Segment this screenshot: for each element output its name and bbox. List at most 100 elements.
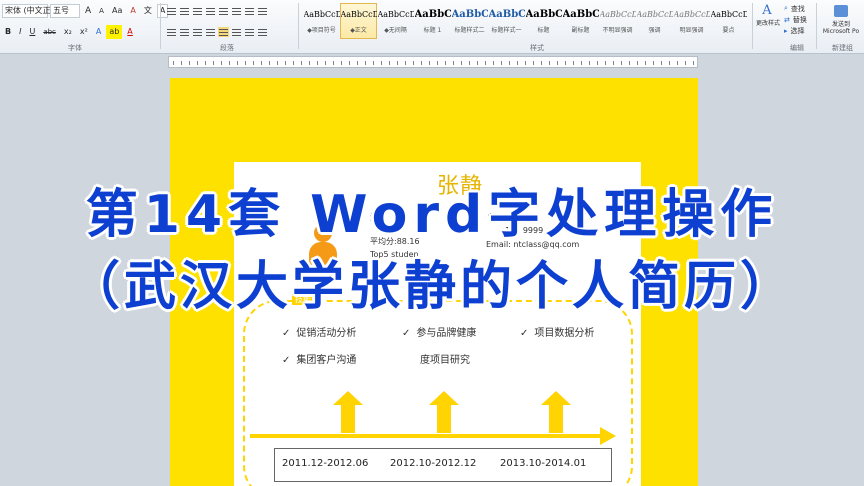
ruler-tick <box>285 61 286 65</box>
style-item[interactable]: AaBbCc 标题样式一 <box>488 3 525 39</box>
style-item[interactable]: AaBbCcDd 不明显强调 <box>599 3 636 39</box>
check-icon: ✓ <box>402 328 411 339</box>
multilevel-list-icon[interactable] <box>192 6 203 16</box>
style-item[interactable]: AaBbCcDd ◆项目符号 <box>303 3 340 39</box>
justify-icon[interactable] <box>205 27 216 37</box>
skill-item: ✓ 项目数据分析 <box>520 324 594 339</box>
borders-icon[interactable] <box>257 27 268 37</box>
find-label: 查找 <box>790 4 805 13</box>
ribbon-separator <box>816 3 817 49</box>
style-item[interactable]: AaBbC 标题 <box>525 3 562 39</box>
ruler-tick <box>357 61 358 65</box>
ruler-tick <box>189 61 190 65</box>
subscript-button[interactable]: x₂ <box>61 25 75 39</box>
ruler-tick <box>205 61 206 65</box>
change-case-button[interactable]: Aa <box>109 4 125 18</box>
ruler-tick <box>445 61 446 65</box>
ruler-tick <box>253 61 254 65</box>
arrow-shaft <box>341 404 355 433</box>
ruler-tick <box>541 61 542 65</box>
italic-button[interactable]: I <box>16 25 24 39</box>
numbering-icon[interactable] <box>179 6 190 16</box>
style-name: 要点 <box>722 27 735 34</box>
underline-button[interactable]: U <box>26 25 38 39</box>
highlight-button[interactable]: ab <box>106 25 123 39</box>
skill-label: 促销活动分析 <box>296 328 357 339</box>
style-item[interactable]: AaBbC 副标题 <box>562 3 599 39</box>
replace-icon: ⇄ <box>784 15 790 24</box>
ruler-tick <box>181 61 182 65</box>
ruler-tick <box>509 61 510 65</box>
skill-label: 度项目研究 <box>420 355 470 366</box>
superscript-button[interactable]: x² <box>77 25 91 39</box>
font-name-combo[interactable]: 宋体 (中文正) <box>2 4 54 18</box>
font-color-button[interactable]: A <box>124 25 135 39</box>
text-effect-button[interactable]: A <box>93 25 104 39</box>
style-name: 标题 <box>537 27 550 34</box>
shading-icon[interactable] <box>244 27 255 37</box>
style-item[interactable]: AaBbCcDd 要点 <box>710 3 747 39</box>
styles-group-caption: 样式 <box>530 44 544 52</box>
style-preview: AaBbC <box>414 9 451 20</box>
align-left-icon[interactable] <box>166 27 177 37</box>
chinese-layout-icon[interactable] <box>231 6 242 16</box>
ruler-tick <box>685 61 686 65</box>
style-name: ◆正文 <box>350 27 367 34</box>
ruler-tick <box>229 61 230 65</box>
clear-format-button[interactable]: A <box>127 4 138 18</box>
style-name: 标题样式一 <box>491 27 522 34</box>
date-range: 2013.10-2014.01 <box>500 458 587 469</box>
find-icon: ⌕ <box>784 4 788 12</box>
decrease-indent-icon[interactable] <box>205 6 216 16</box>
ruler-tick <box>677 61 678 65</box>
line-spacing-icon[interactable] <box>231 27 242 37</box>
ruler-tick <box>429 61 430 65</box>
align-center-icon[interactable] <box>179 27 190 37</box>
distributed-icon[interactable] <box>218 27 229 37</box>
ruler-tick <box>549 61 550 65</box>
ruler-tick <box>637 61 638 65</box>
ribbon-separator <box>160 3 161 49</box>
style-item[interactable]: AaBbCcDd 强调 <box>636 3 673 39</box>
ruler-tick <box>389 61 390 65</box>
style-item[interactable]: AaBbCcDd ◆无间隔 <box>377 3 414 39</box>
bullets-icon[interactable] <box>166 6 177 16</box>
ruler-tick <box>173 61 174 65</box>
phonetic-guide-button[interactable]: 文 <box>141 4 155 18</box>
arrow-tip <box>429 391 459 405</box>
ruler-tick <box>437 61 438 65</box>
style-preview: AaBbC <box>562 9 599 20</box>
strikethrough-button[interactable]: abc <box>40 25 59 39</box>
style-preview: AaBbCcDd <box>599 10 636 19</box>
sort-icon[interactable] <box>244 6 255 16</box>
ruler-tick <box>365 61 366 65</box>
replace-label: 替换 <box>792 15 807 24</box>
increase-indent-icon[interactable] <box>218 6 229 16</box>
style-item[interactable]: AaBbCcDd ◆正文 <box>340 3 377 39</box>
align-right-icon[interactable] <box>192 27 203 37</box>
font-size-combo[interactable]: 五号 <box>50 4 80 18</box>
ruler-tick <box>469 61 470 65</box>
arrow-tip <box>541 391 571 405</box>
select-label: 选择 <box>790 26 805 35</box>
ruler-tick <box>277 61 278 65</box>
check-icon: ✓ <box>282 355 291 366</box>
ruler-tick <box>221 61 222 65</box>
shrink-font-button[interactable]: A <box>96 4 107 18</box>
paragraph-row-1 <box>166 6 268 16</box>
ruler-tick <box>589 61 590 65</box>
change-styles-button[interactable]: A 更改样式 <box>756 3 780 27</box>
style-item[interactable]: AaBbC 标题 1 <box>414 3 451 39</box>
horizontal-ruler[interactable] <box>168 56 698 68</box>
grow-font-button[interactable]: A <box>82 4 94 18</box>
up-arrow-icon <box>429 391 459 433</box>
ruler-tick <box>301 61 302 65</box>
style-preview: AaBbCcE <box>451 9 488 20</box>
ruler-tick <box>621 61 622 65</box>
ruler-tick <box>333 61 334 65</box>
bold-button[interactable]: B <box>2 25 14 39</box>
style-item[interactable]: AaBbCcE 标题样式二 <box>451 3 488 39</box>
style-item[interactable]: AaBbCcDd 明显强调 <box>673 3 710 39</box>
styles-gallery: AaBbCcDd◆项目符号AaBbCcDd◆正文AaBbCcDd◆无间隔AaBb… <box>303 3 751 39</box>
show-marks-icon[interactable] <box>257 6 268 16</box>
